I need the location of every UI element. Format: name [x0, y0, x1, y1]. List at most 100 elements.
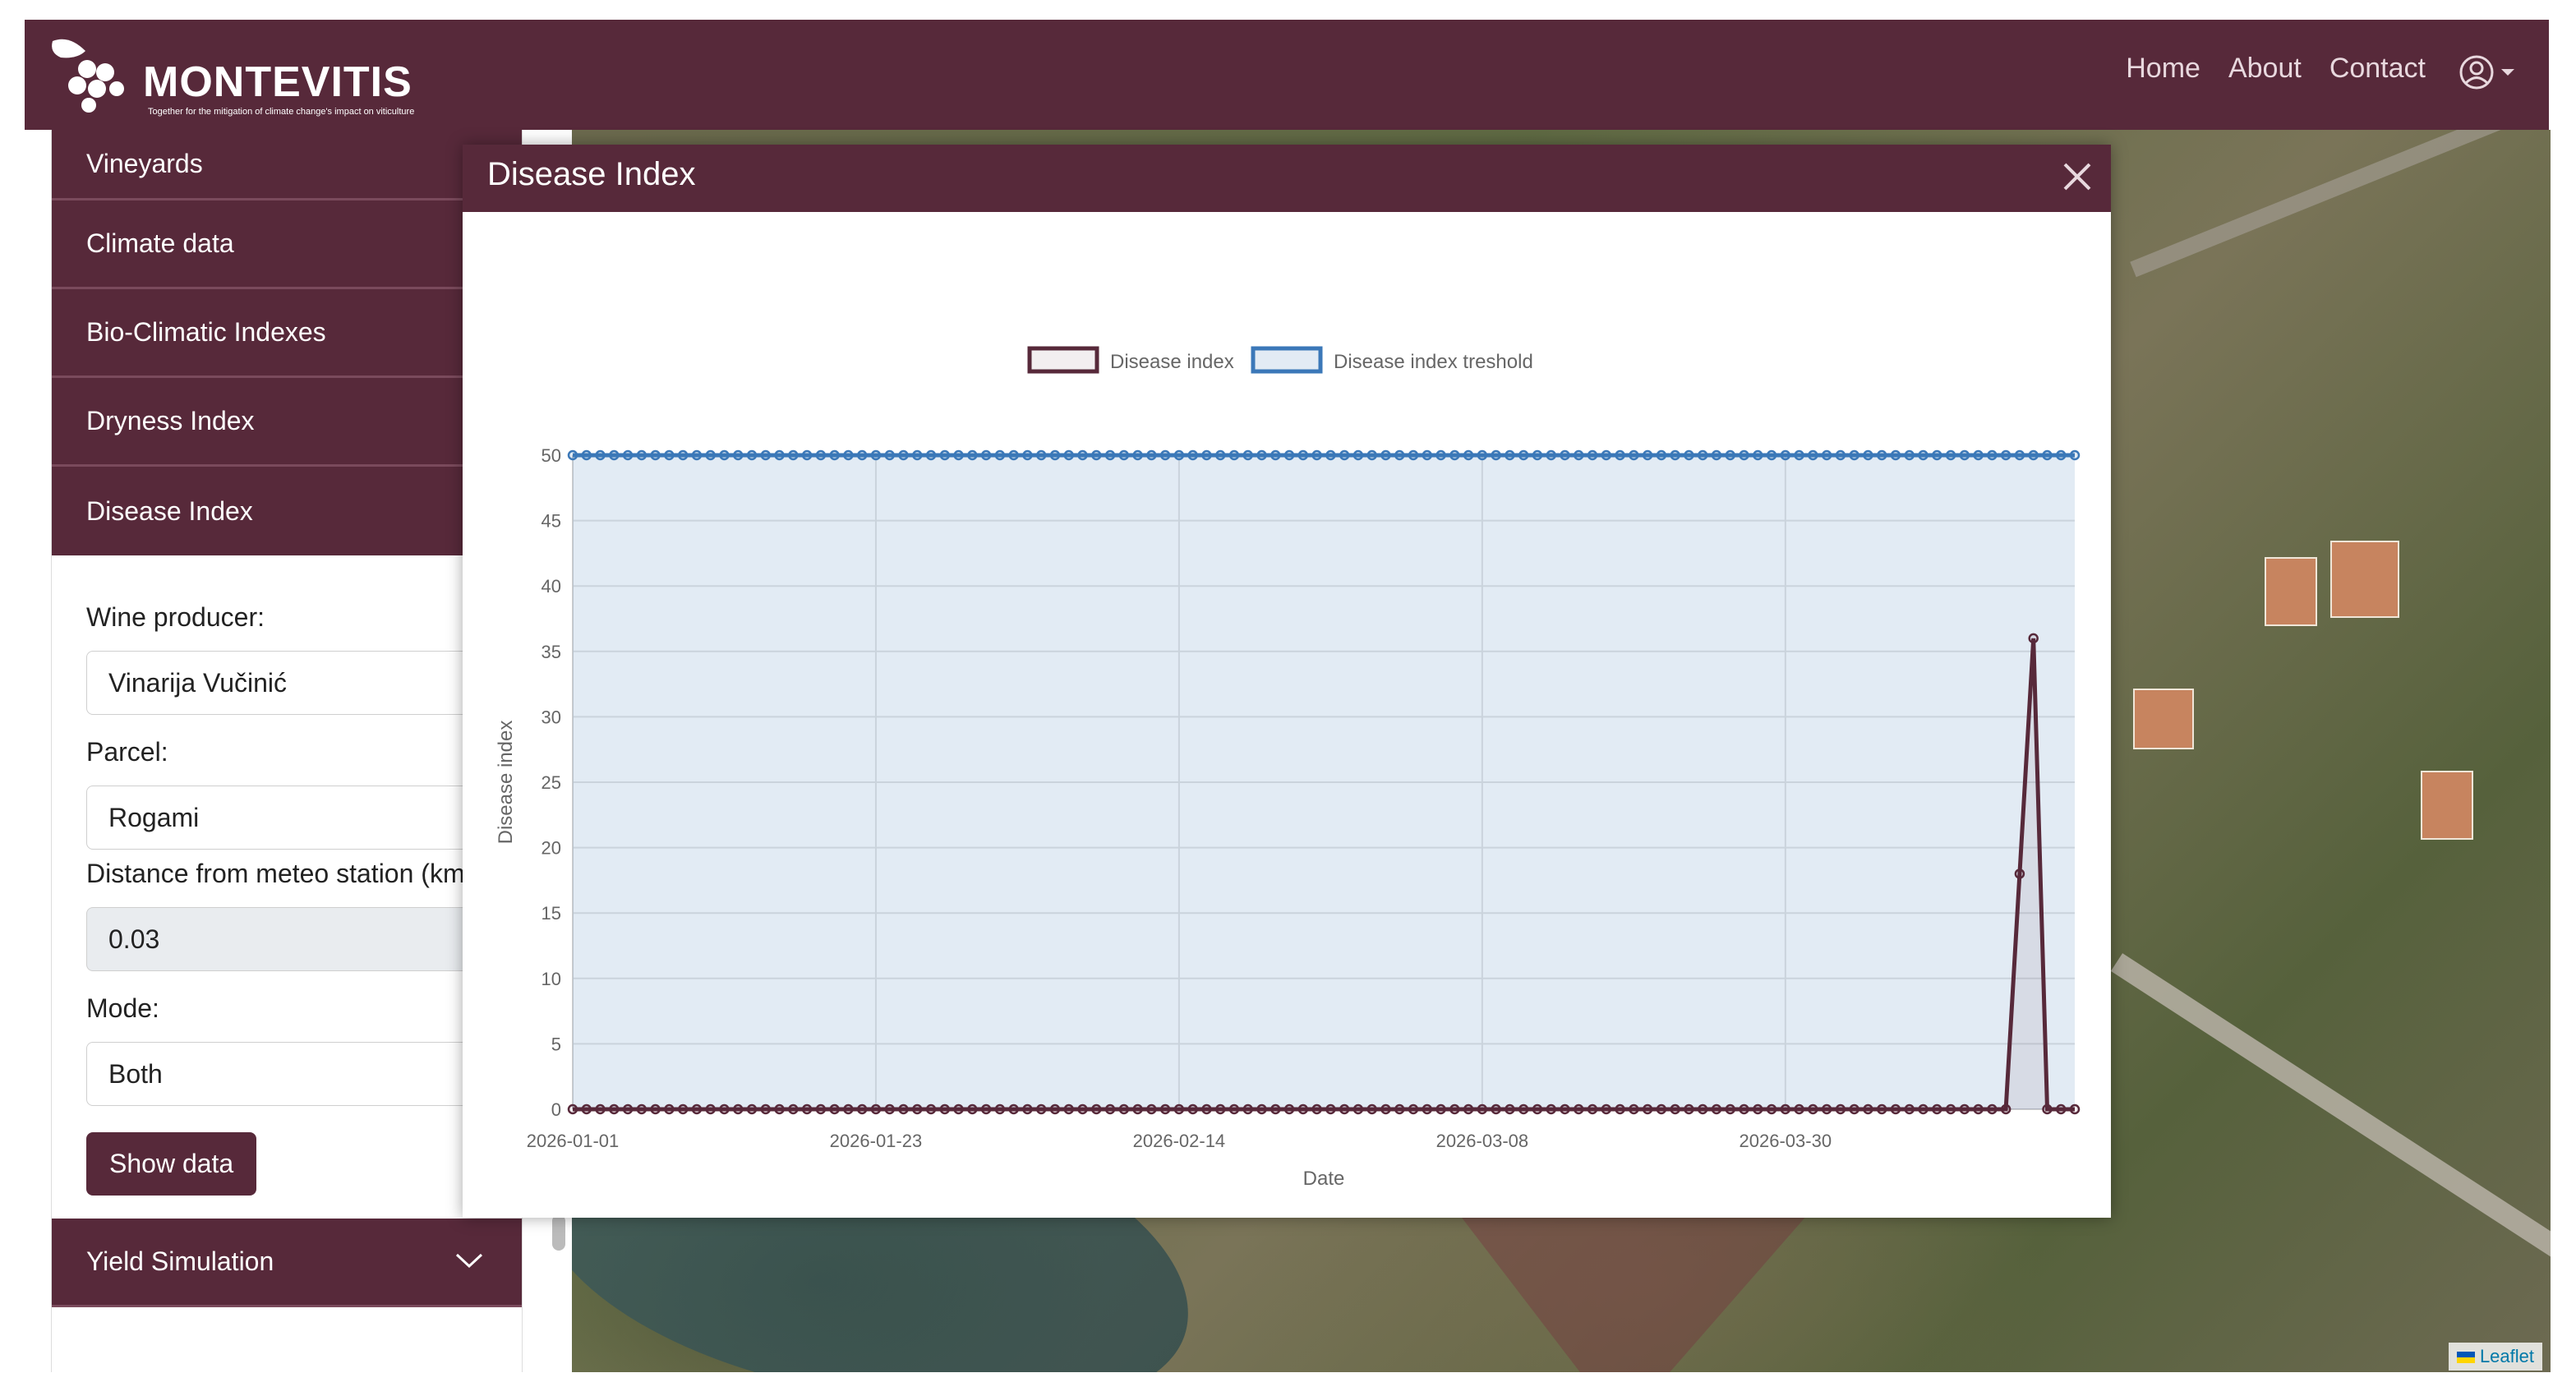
data-point [2055, 449, 2067, 461]
data-point [2069, 1103, 2081, 1115]
data-point [1366, 1103, 1377, 1115]
data-point [622, 1103, 634, 1115]
accordion-climate-data[interactable]: Climate data [52, 200, 522, 289]
data-point [1615, 449, 1625, 461]
x-tick-label: 2026-01-23 [830, 1131, 923, 1151]
data-point [856, 449, 868, 461]
data-point [1159, 1103, 1171, 1115]
data-point [2000, 1103, 2011, 1115]
x-tick-label: 2026-01-01 [527, 1131, 620, 1151]
data-point [1380, 449, 1391, 461]
data-point [829, 1103, 840, 1115]
data-point [2014, 449, 2025, 461]
data-point [2000, 449, 2011, 461]
data-point [1408, 1103, 1419, 1115]
accordion-yield-simulation[interactable]: Yield Simulation [52, 1219, 522, 1307]
data-point [1449, 449, 1460, 461]
data-point [1642, 1103, 1653, 1115]
data-point [595, 1103, 606, 1115]
data-point [1091, 1103, 1102, 1115]
data-point [1711, 1103, 1722, 1115]
mode-label: Mode: [86, 993, 159, 1023]
data-point [1022, 1103, 1033, 1115]
accordion-disease-index[interactable]: Disease Index [52, 467, 522, 555]
data-point [912, 1103, 923, 1115]
parcel-polygon[interactable] [1459, 1214, 1808, 1372]
data-point [1256, 449, 1267, 461]
data-point [1642, 449, 1653, 461]
data-point [2014, 868, 2025, 879]
data-point [1697, 449, 1708, 461]
user-avatar-icon [2459, 55, 2494, 90]
data-point [1049, 449, 1061, 461]
user-menu[interactable] [2458, 54, 2516, 90]
nav-about-link[interactable]: About [2228, 53, 2302, 85]
data-point [1463, 449, 1474, 461]
accordion-bio-climatic-indexes[interactable]: Bio-Climatic Indexes [52, 289, 522, 378]
y-tick-label: 5 [551, 1034, 561, 1054]
producer-value: Vinarija Vučinić [108, 667, 287, 698]
data-point [1201, 449, 1212, 461]
data-point [732, 449, 744, 461]
data-point [1918, 1103, 1929, 1115]
logo[interactable]: MONTEVITIS Together for the mitigation o… [44, 35, 422, 117]
data-point [1973, 1103, 1984, 1115]
accordion-vineyards[interactable]: Vineyards [52, 130, 522, 200]
nav-contact-link[interactable]: Contact [2329, 53, 2426, 85]
data-point [1601, 1103, 1612, 1115]
data-point [1173, 1103, 1185, 1115]
nav-home-link[interactable]: Home [2126, 53, 2200, 85]
data-point [1725, 449, 1735, 461]
attribution-text[interactable]: Leaflet [2480, 1346, 2534, 1366]
data-point [884, 1103, 895, 1115]
data-point [1063, 1103, 1074, 1115]
data-point [1849, 1103, 1859, 1115]
data-point [581, 449, 592, 461]
data-point [1325, 1103, 1336, 1115]
x-axis-title: Date [1303, 1168, 1345, 1190]
data-point [1656, 449, 1667, 461]
legend-label: Disease index [1110, 351, 1234, 373]
data-point [953, 1103, 964, 1115]
disease-index-chart: 0 5 10 15 20 25 30 35 40 45 50 2026-01-01 2026-01-23… [495, 346, 2081, 1190]
data-point [1546, 1103, 1556, 1115]
data-point [1711, 449, 1722, 461]
data-point [1146, 449, 1157, 461]
data-point [1339, 1103, 1350, 1115]
data-point [994, 449, 1006, 461]
data-point [1753, 1103, 1763, 1115]
data-point [1546, 449, 1556, 461]
map-road [2130, 130, 2551, 278]
data-point [1670, 1103, 1680, 1115]
producer-select[interactable]: Vinarija Vučinić [86, 651, 492, 715]
data-point [953, 449, 964, 461]
data-point [1945, 449, 1956, 461]
data-point [1422, 1103, 1433, 1115]
data-point [1601, 449, 1612, 461]
data-point [1477, 1103, 1488, 1115]
sidebar-scrollbar[interactable] [552, 1214, 565, 1251]
map-house [2265, 557, 2317, 626]
show-data-button[interactable]: Show data [86, 1132, 257, 1196]
close-icon[interactable] [2058, 158, 2096, 196]
data-point [1022, 449, 1033, 461]
mode-select[interactable]: Both [86, 1042, 492, 1106]
leaflet-attribution[interactable]: Leaflet [2448, 1343, 2542, 1371]
y-tick-label: 40 [541, 576, 561, 597]
distance-input[interactable]: 0.03 [86, 907, 487, 971]
data-point [1394, 1103, 1405, 1115]
data-point [1435, 1103, 1446, 1115]
data-point [1629, 449, 1639, 461]
data-point [1339, 449, 1350, 461]
legend-label: Disease index treshold [1334, 351, 1533, 373]
data-point [1353, 1103, 1364, 1115]
data-point [1725, 1103, 1735, 1115]
data-point [1684, 449, 1694, 461]
map-house [2421, 771, 2473, 840]
data-point [1560, 1103, 1570, 1115]
legend-swatch [1251, 346, 1323, 374]
parcel-select[interactable]: Rogami [86, 786, 492, 850]
data-point [2028, 449, 2039, 461]
data-point [2042, 1103, 2053, 1115]
accordion-dryness-index[interactable]: Dryness Index [52, 378, 522, 467]
